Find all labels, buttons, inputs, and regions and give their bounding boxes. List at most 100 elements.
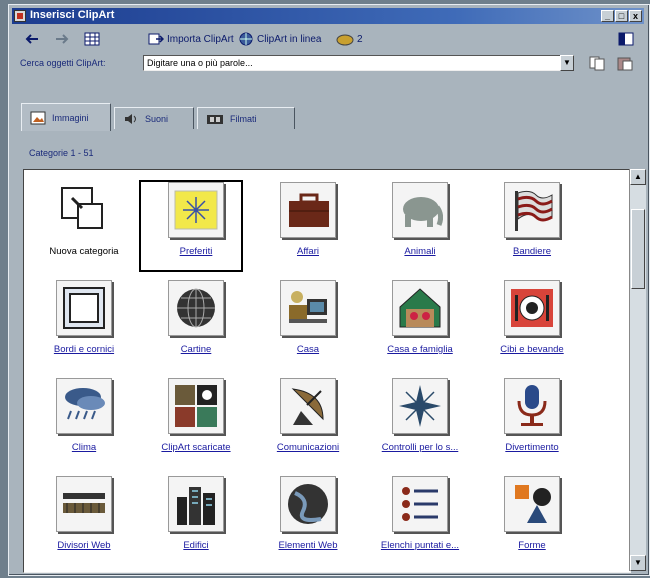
images-icon — [30, 111, 46, 124]
search-box[interactable] — [143, 55, 563, 71]
category-item[interactable]: Elenchi puntati e... — [364, 468, 476, 560]
category-thumbnail[interactable] — [56, 182, 112, 238]
category-label[interactable]: Bandiere — [476, 246, 588, 257]
online-label: ClipArt in linea — [257, 33, 322, 45]
category-label[interactable]: Edifici — [140, 540, 252, 551]
compass-icon — [399, 385, 441, 427]
minimize-button[interactable]: _ — [601, 10, 614, 22]
categories-panel: Nuova categoria Preferiti Affari Animali Ban… — [23, 169, 631, 573]
category-thumbnail[interactable] — [56, 280, 112, 336]
category-thumbnail[interactable] — [56, 476, 112, 532]
category-label[interactable]: Elementi Web — [252, 540, 364, 551]
category-label[interactable]: Forme — [476, 540, 588, 551]
category-thumbnail[interactable] — [392, 378, 448, 434]
category-thumbnail[interactable] — [504, 476, 560, 532]
category-label[interactable]: Affari — [252, 246, 364, 257]
category-item[interactable]: Casa e famiglia — [364, 272, 476, 364]
category-item[interactable]: Casa — [252, 272, 364, 364]
category-item[interactable]: Animali — [364, 174, 476, 266]
category-thumbnail[interactable] — [504, 182, 560, 238]
category-thumbnail[interactable] — [168, 280, 224, 336]
category-label[interactable]: Clima — [28, 442, 140, 453]
globe-icon — [177, 288, 215, 328]
category-thumbnail[interactable] — [504, 378, 560, 434]
category-thumbnail[interactable] — [392, 476, 448, 532]
category-item[interactable]: Edifici — [140, 468, 252, 560]
category-thumbnail[interactable] — [56, 378, 112, 434]
category-label[interactable]: Cibi e bevande — [476, 344, 588, 355]
forward-button[interactable] — [54, 30, 70, 48]
clipart-online-button[interactable]: ClipArt in linea — [238, 30, 321, 48]
search-dropdown-button[interactable]: ▼ — [560, 55, 574, 71]
category-label[interactable]: Casa e famiglia — [364, 344, 476, 355]
scroll-thumb[interactable] — [631, 209, 645, 289]
tab-filmati-label: Filmati — [230, 113, 257, 124]
search-input[interactable] — [144, 56, 550, 70]
tab-immagini[interactable]: Immagini — [21, 103, 111, 131]
category-thumbnail[interactable] — [280, 476, 336, 532]
category-label[interactable]: Animali — [364, 246, 476, 257]
copy-icon[interactable] — [588, 55, 606, 71]
category-item[interactable]: Clima — [28, 370, 140, 462]
category-label[interactable]: Bordi e cornici — [28, 344, 140, 355]
tab-suoni-label: Suoni — [145, 113, 169, 124]
import-label: Importa ClipArt — [167, 33, 234, 45]
category-thumbnail[interactable] — [392, 280, 448, 336]
buildings-icon — [177, 487, 215, 525]
category-item[interactable]: Cibi e bevande — [476, 272, 588, 364]
window-size-icon — [618, 32, 634, 46]
category-item[interactable]: Divertimento — [476, 370, 588, 462]
forward-arrow-icon — [56, 34, 69, 44]
vertical-scrollbar[interactable]: ▲ ▼ — [629, 169, 646, 571]
category-label[interactable]: ClipArt scaricate — [140, 442, 252, 453]
category-label[interactable]: Casa — [252, 344, 364, 355]
category-thumbnail[interactable] — [280, 182, 336, 238]
category-item[interactable]: Comunicazioni — [252, 370, 364, 462]
category-label[interactable]: Controlli per lo s... — [364, 442, 476, 453]
category-item[interactable]: Controlli per lo s... — [364, 370, 476, 462]
briefcase-icon — [289, 193, 329, 227]
category-label[interactable]: Divertimento — [476, 442, 588, 453]
category-label[interactable]: Comunicazioni — [252, 442, 364, 453]
scroll-down-button[interactable]: ▼ — [630, 555, 646, 571]
category-item[interactable]: Affari — [252, 174, 364, 266]
selection-frame — [139, 180, 243, 272]
satellite-dish-icon — [291, 388, 324, 425]
close-button[interactable]: x — [629, 10, 642, 22]
title-bar[interactable]: Inserisci ClipArt _ □ x — [12, 8, 644, 24]
category-thumbnail[interactable] — [504, 280, 560, 336]
tab-filmati[interactable]: Filmati — [197, 107, 295, 129]
category-item[interactable]: Elementi Web — [252, 468, 364, 560]
category-item[interactable]: Bandiere — [476, 174, 588, 266]
tab-suoni[interactable]: Suoni — [114, 107, 194, 129]
category-label[interactable]: Divisori Web — [28, 540, 140, 551]
category-label[interactable]: Elenchi puntati e... — [364, 540, 476, 551]
category-label[interactable]: Cartine — [140, 344, 252, 355]
category-thumbnail[interactable] — [280, 378, 336, 434]
category-thumbnail[interactable] — [280, 280, 336, 336]
category-thumbnail[interactable] — [392, 182, 448, 238]
category-label[interactable]: Nuova categoria — [28, 246, 140, 257]
weather-icon — [65, 388, 105, 420]
help-button[interactable]: 2 — [336, 30, 363, 48]
all-categories-button[interactable] — [84, 30, 100, 48]
import-icon — [148, 33, 164, 45]
back-arrow-icon — [25, 34, 38, 44]
category-item[interactable]: ClipArt scaricate — [140, 370, 252, 462]
paste-icon[interactable] — [616, 55, 634, 71]
clipart-window: Inserisci ClipArt _ □ x Importa ClipArt … — [8, 4, 650, 576]
category-thumbnail[interactable] — [168, 378, 224, 434]
web-globe-icon — [288, 484, 328, 524]
back-button[interactable] — [24, 30, 40, 48]
category-item[interactable]: Divisori Web — [28, 468, 140, 560]
import-clipart-button[interactable]: Importa ClipArt — [148, 30, 234, 48]
change-window-size-button[interactable] — [618, 30, 634, 48]
maximize-button[interactable]: □ — [615, 10, 628, 22]
category-item[interactable]: Forme — [476, 468, 588, 560]
globe-online-icon — [239, 32, 253, 46]
category-thumbnail[interactable] — [168, 476, 224, 532]
category-item[interactable]: Cartine — [140, 272, 252, 364]
category-item[interactable]: Bordi e cornici — [28, 272, 140, 364]
scroll-up-button[interactable]: ▲ — [630, 169, 646, 185]
category-item[interactable]: Nuova categoria — [28, 174, 140, 266]
